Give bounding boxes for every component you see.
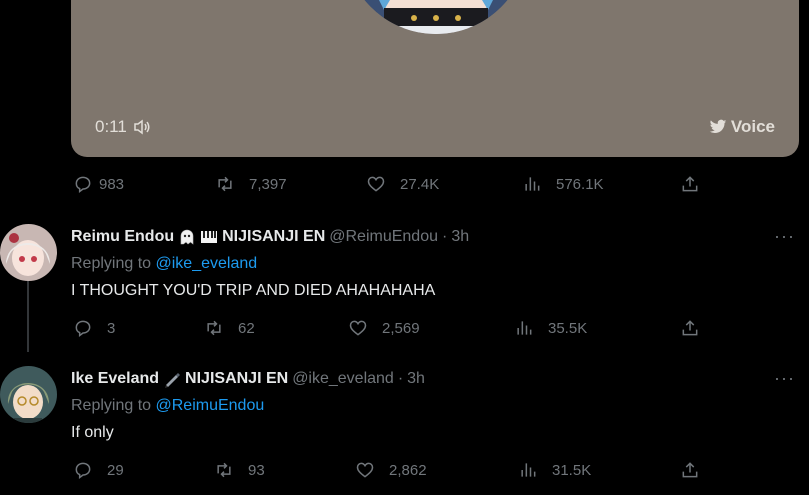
- like-count: 27.4K: [400, 175, 440, 193]
- thread-line: [27, 272, 29, 352]
- twitter-bird-icon: [709, 119, 727, 134]
- share-icon: [682, 462, 698, 478]
- like-icon: [349, 320, 367, 336]
- reply-button[interactable]: 29: [73, 460, 124, 480]
- voice-card[interactable]: 0:11 Voice: [71, 0, 799, 157]
- like-button[interactable]: 2,862: [355, 460, 427, 480]
- reply-tweet[interactable]: Reimu Endou NIJISANJI EN @ReimuEndou · 3…: [0, 210, 809, 352]
- pen-emoji-icon: [165, 373, 181, 388]
- retweet-icon: [207, 320, 221, 336]
- like-icon: [356, 462, 374, 478]
- share-icon: [682, 176, 698, 192]
- retweet-icon: [218, 176, 232, 192]
- like-count: 2,862: [389, 461, 427, 479]
- like-button[interactable]: 27.4K: [366, 174, 439, 194]
- reply-count: 3: [107, 319, 116, 337]
- reply-button[interactable]: 3: [73, 318, 115, 338]
- main-tweet-actions: 983 7,397 27.4K 576.1K: [0, 174, 809, 196]
- piano-emoji-icon: [201, 231, 218, 243]
- tweet-text: I THOUGHT YOU'D TRIP AND DIED AHAHAHAHA: [71, 282, 436, 299]
- ghost-emoji-icon: [180, 229, 194, 245]
- display-name[interactable]: Ike Eveland: [71, 370, 159, 388]
- replying-to-handle[interactable]: @ReimuEndou: [156, 397, 265, 414]
- voice-badge-label: Voice: [730, 117, 775, 136]
- voice-duration: 0:11: [95, 117, 151, 137]
- like-button[interactable]: 2,569: [348, 318, 420, 338]
- views-count: 576.1K: [556, 175, 604, 193]
- retweet-button[interactable]: 7,397: [215, 174, 287, 194]
- retweet-button[interactable]: 93: [214, 460, 265, 480]
- retweet-icon: [217, 462, 231, 478]
- separator: ·: [397, 370, 404, 387]
- display-name-suffix[interactable]: NIJISANJI EN: [222, 228, 325, 246]
- speaker-icon[interactable]: [133, 119, 151, 135]
- handle[interactable]: @ike_eveland: [292, 370, 394, 388]
- replying-to-prefix: Replying to: [71, 255, 152, 272]
- retweet-button[interactable]: 62: [204, 318, 255, 338]
- views-button[interactable]: 576.1K: [522, 174, 604, 194]
- retweet-count: 7,397: [249, 175, 287, 193]
- views-count: 35.5K: [548, 319, 588, 337]
- reply-tweet[interactable]: Ike Eveland NIJISANJI EN @ike_eveland · …: [0, 352, 809, 495]
- views-count: 31.5K: [552, 461, 592, 479]
- share-icon: [682, 320, 698, 336]
- voice-time-label: 0:11: [95, 117, 127, 136]
- handle[interactable]: @ReimuEndou: [329, 228, 438, 246]
- reply-icon: [75, 320, 91, 337]
- reply-count: 983: [99, 175, 125, 193]
- separator: ·: [442, 228, 448, 245]
- replying-to: Replying to @ike_eveland: [71, 255, 257, 273]
- views-icon: [525, 177, 540, 191]
- like-count: 2,569: [382, 319, 420, 337]
- reply-count: 29: [107, 461, 124, 479]
- reply-icon: [75, 176, 91, 193]
- avatar[interactable]: [0, 224, 57, 281]
- tweet-text: If only: [71, 424, 114, 441]
- timestamp[interactable]: 3h: [451, 228, 469, 246]
- retweet-count: 93: [248, 461, 265, 479]
- views-icon: [517, 321, 532, 335]
- reply-button[interactable]: 983: [73, 174, 124, 194]
- reply-icon: [75, 462, 91, 479]
- voice-badge: Voice: [709, 117, 775, 137]
- share-button[interactable]: [680, 460, 700, 480]
- views-icon: [521, 463, 536, 477]
- replying-to-prefix: Replying to: [71, 397, 152, 414]
- like-icon: [367, 176, 385, 192]
- replying-to-handle[interactable]: @ike_eveland: [156, 255, 258, 272]
- tweet-header: Reimu Endou NIJISANJI EN @ReimuEndou · 3…: [71, 228, 469, 246]
- display-name-suffix[interactable]: NIJISANJI EN: [185, 370, 288, 388]
- more-icon[interactable]: ···: [774, 368, 795, 389]
- more-icon[interactable]: ···: [774, 226, 795, 247]
- share-button[interactable]: [680, 174, 700, 194]
- voice-avatar: [344, 0, 528, 34]
- views-button[interactable]: 35.5K: [514, 318, 587, 338]
- avatar[interactable]: [0, 366, 57, 423]
- display-name[interactable]: Reimu Endou: [71, 228, 174, 246]
- replying-to: Replying to @ReimuEndou: [71, 397, 264, 415]
- tweet-header: Ike Eveland NIJISANJI EN @ike_eveland · …: [71, 370, 425, 388]
- share-button[interactable]: [680, 318, 700, 338]
- timestamp[interactable]: 3h: [407, 370, 425, 388]
- views-button[interactable]: 31.5K: [518, 460, 591, 480]
- retweet-count: 62: [238, 319, 255, 337]
